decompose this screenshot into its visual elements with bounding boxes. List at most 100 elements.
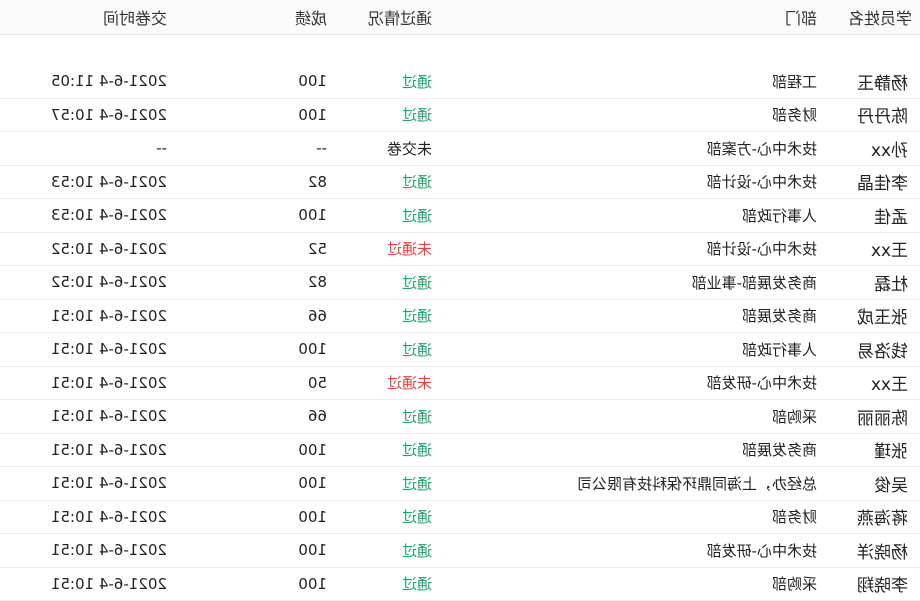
department-cell: 总经办，上海同鼎环保科技有限公司	[440, 466, 825, 500]
table-body: 杨静玉 工程部 通过 100 2021-6-4 11:05 陈丹丹 财务部 通过 100 2021…	[0, 35, 920, 601]
table-row[interactable]: 张玉成 商务发展部 通过 66 2021-6-4 10:51	[0, 299, 920, 333]
table-row[interactable]: 蒋海燕 财务部 通过 100 2021-6-4 10:51	[0, 500, 920, 534]
name-cell: 陈丽丽	[825, 399, 920, 433]
status-cell: 通过	[335, 299, 440, 333]
name-cell: 陈丹丹	[825, 98, 920, 132]
table-row[interactable]: 杜磊 商务发展部-事业部 通过 82 2021-6-4 10:52	[0, 265, 920, 299]
score-cell: --	[175, 131, 335, 165]
table-header-row: 学员姓名 部门 通过情况 成绩 交卷时间	[0, 0, 920, 35]
table-row[interactable]: 李晓翔 采购部 通过 100 2021-6-4 10:51	[0, 567, 920, 601]
submit-time-cell: 2021-6-4 10:51	[0, 433, 175, 467]
department-cell: 工程部	[440, 65, 825, 98]
table-row[interactable]: 李佳晶 技术中心-设计部 通过 82 2021-6-4 10:53	[0, 165, 920, 199]
department-cell: 财务部	[440, 98, 825, 132]
name-cell: 张玉成	[825, 299, 920, 333]
column-header-submit-time[interactable]: 交卷时间	[0, 0, 175, 35]
submit-time-cell: 2021-6-4 10:51	[0, 299, 175, 333]
status-cell: 通过	[335, 65, 440, 98]
submit-time-cell: 2021-6-4 10:57	[0, 98, 175, 132]
submit-time-cell: 2021-6-4 10:52	[0, 265, 175, 299]
score-cell: 82	[175, 265, 335, 299]
status-cell: 未通过	[335, 232, 440, 266]
department-cell: 技术中心-设计部	[440, 165, 825, 199]
status-cell: 通过	[335, 265, 440, 299]
submit-time-cell: 2021-6-4 10:51	[0, 500, 175, 534]
submit-time-cell: 2021-6-4 10:51	[0, 567, 175, 601]
column-header-score[interactable]: 成绩	[175, 0, 335, 35]
table-row[interactable]: 陈丹丹 财务部 通过 100 2021-6-4 10:57	[0, 98, 920, 132]
submit-time-cell: 2021-6-4 10:51	[0, 466, 175, 500]
spacer-cell	[0, 35, 920, 66]
column-header-name[interactable]: 学员姓名	[825, 0, 920, 35]
table-spacer-row	[0, 35, 920, 66]
score-cell: 66	[175, 399, 335, 433]
column-header-department[interactable]: 部门	[440, 0, 825, 35]
table-row[interactable]: 吴俊 总经办，上海同鼎环保科技有限公司 通过 100 2021-6-4 10:51	[0, 466, 920, 500]
department-cell: 商务发展部	[440, 433, 825, 467]
table-row[interactable]: 孙xx 技术中心-方案部 未交卷 -- --	[0, 131, 920, 165]
submit-time-cell: 2021-6-4 10:51	[0, 533, 175, 567]
submit-time-cell: 2021-6-4 10:51	[0, 366, 175, 400]
name-cell: 孟佳	[825, 198, 920, 232]
name-cell: 钱洛易	[825, 332, 920, 366]
department-cell: 采购部	[440, 567, 825, 601]
table-row[interactable]: 杨静玉 工程部 通过 100 2021-6-4 11:05	[0, 65, 920, 98]
name-cell: 王xx	[825, 366, 920, 400]
mirrored-screenshot: 学员姓名 部门 通过情况 成绩 交卷时间 杨静玉 工程部 通过 100 2021-6-4…	[0, 0, 920, 601]
name-cell: 孙xx	[825, 131, 920, 165]
status-cell: 未通过	[335, 366, 440, 400]
status-cell: 通过	[335, 533, 440, 567]
score-cell: 100	[175, 332, 335, 366]
status-cell: 通过	[335, 500, 440, 534]
exam-results-table: 学员姓名 部门 通过情况 成绩 交卷时间 杨静玉 工程部 通过 100 2021-6-4…	[0, 0, 920, 601]
name-cell: 杜磊	[825, 265, 920, 299]
name-cell: 吴俊	[825, 466, 920, 500]
submit-time-cell: 2021-6-4 10:53	[0, 198, 175, 232]
status-cell: 通过	[335, 98, 440, 132]
name-cell: 蒋海燕	[825, 500, 920, 534]
status-cell: 通过	[335, 332, 440, 366]
submit-time-cell: 2021-6-4 10:51	[0, 332, 175, 366]
department-cell: 采购部	[440, 399, 825, 433]
table-row[interactable]: 钱洛易 人事行政部 通过 100 2021-6-4 10:51	[0, 332, 920, 366]
score-cell: 100	[175, 98, 335, 132]
table-row[interactable]: 张瑾 商务发展部 通过 100 2021-6-4 10:51	[0, 433, 920, 467]
table-row[interactable]: 杨晓洋 技术中心-研发部 通过 100 2021-6-4 10:51	[0, 533, 920, 567]
status-cell: 通过	[335, 466, 440, 500]
submit-time-cell: 2021-6-4 10:52	[0, 232, 175, 266]
submit-time-cell: 2021-6-4 10:51	[0, 399, 175, 433]
department-cell: 技术中心-设计部	[440, 232, 825, 266]
status-cell: 通过	[335, 399, 440, 433]
submit-time-cell: 2021-6-4 10:53	[0, 165, 175, 199]
name-cell: 李佳晶	[825, 165, 920, 199]
status-cell: 通过	[335, 433, 440, 467]
department-cell: 人事行政部	[440, 198, 825, 232]
score-cell: 66	[175, 299, 335, 333]
department-cell: 商务发展部	[440, 299, 825, 333]
department-cell: 商务发展部-事业部	[440, 265, 825, 299]
table-row[interactable]: 孟佳 人事行政部 通过 100 2021-6-4 10:53	[0, 198, 920, 232]
department-cell: 财务部	[440, 500, 825, 534]
name-cell: 杨静玉	[825, 65, 920, 98]
score-cell: 82	[175, 165, 335, 199]
department-cell: 人事行政部	[440, 332, 825, 366]
score-cell: 100	[175, 198, 335, 232]
status-cell: 未交卷	[335, 131, 440, 165]
score-cell: 100	[175, 500, 335, 534]
score-cell: 50	[175, 366, 335, 400]
status-cell: 通过	[335, 198, 440, 232]
score-cell: 52	[175, 232, 335, 266]
score-cell: 100	[175, 433, 335, 467]
score-cell: 100	[175, 65, 335, 98]
score-cell: 100	[175, 567, 335, 601]
name-cell: 张瑾	[825, 433, 920, 467]
column-header-status[interactable]: 通过情况	[335, 0, 440, 35]
table-row[interactable]: 王xx 技术中心-研发部 未通过 50 2021-6-4 10:51	[0, 366, 920, 400]
name-cell: 李晓翔	[825, 567, 920, 601]
department-cell: 技术中心-研发部	[440, 366, 825, 400]
department-cell: 技术中心-研发部	[440, 533, 825, 567]
table-row[interactable]: 陈丽丽 采购部 通过 66 2021-6-4 10:51	[0, 399, 920, 433]
score-cell: 100	[175, 466, 335, 500]
department-cell: 技术中心-方案部	[440, 131, 825, 165]
table-row[interactable]: 王xx 技术中心-设计部 未通过 52 2021-6-4 10:52	[0, 232, 920, 266]
